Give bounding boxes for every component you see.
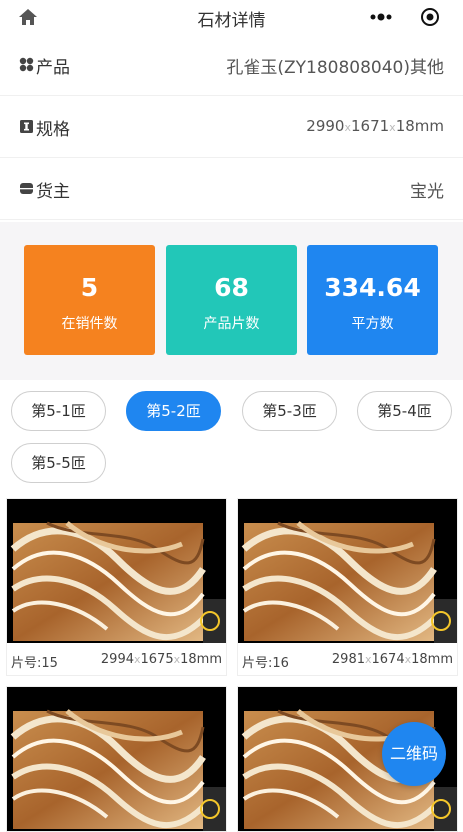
owner-value: 宝光 (410, 182, 444, 202)
spec-width: 1671 (350, 117, 390, 135)
storage-icon (20, 183, 33, 194)
slab-length: 2994 (100, 652, 134, 667)
spec-label: 规格 (36, 120, 70, 140)
tab-bundle-5-2[interactable]: 第5-2匝 (126, 391, 221, 431)
slab-number: 片号:15 (11, 656, 58, 671)
download-icon[interactable] (200, 611, 220, 631)
ruler-icon (20, 120, 33, 133)
grid-dots-icon (19, 57, 34, 72)
spec-row: 规格 2990x1671x18mm (0, 96, 463, 158)
stat-label: 在销件数 (61, 316, 118, 332)
download-icon[interactable] (431, 799, 451, 819)
spec-value: 2990x1671x18mm (306, 117, 444, 135)
tab-bundle-5-1[interactable]: 第5-1匝 (11, 391, 106, 431)
slab-size: 2981x1674x18mm (332, 652, 453, 667)
slab-thickness: 18mm (411, 652, 453, 667)
tab-bundle-5-4[interactable]: 第5-4匝 (357, 391, 452, 431)
spec-length: 2990 (306, 117, 345, 135)
download-icon[interactable] (200, 799, 220, 819)
slab-thickness: 18mm (180, 652, 222, 667)
slab-length: 2981 (331, 652, 365, 667)
capsule-menu (356, 2, 454, 32)
stat-label: 平方数 (351, 316, 394, 332)
stat-card-slabs: 68 产品片数 (166, 245, 297, 355)
more-dots-icon[interactable] (369, 8, 393, 26)
owner-row: 货主 宝光 (0, 158, 463, 220)
slab-card[interactable]: 片号:15 2994x1675x18mm (6, 498, 227, 676)
slab-width: 1674 (371, 652, 405, 667)
stat-value: 334.64 (324, 273, 421, 302)
target-close-icon[interactable] (420, 7, 440, 27)
nav-bar: 石材详情 (0, 0, 463, 34)
slab-image (7, 687, 226, 831)
slab-number: 片号:16 (242, 656, 289, 671)
stat-card-onsale: 5 在销件数 (24, 245, 155, 355)
slab-info: 片号:15 2994x1675x18mm (7, 649, 226, 671)
slab-image (7, 499, 226, 643)
stat-label: 产品片数 (203, 316, 260, 332)
stat-card-area: 334.64 平方数 (307, 245, 438, 355)
slab-card[interactable]: 片号:16 2981x1674x18mm (237, 498, 458, 676)
slab-image (238, 499, 457, 643)
owner-label: 货主 (36, 182, 70, 202)
stat-value: 5 (80, 273, 99, 302)
slab-size: 2994x1675x18mm (101, 652, 222, 667)
product-row: 产品 孔雀玉(ZY180808040)其他 (0, 34, 463, 96)
download-icon[interactable] (431, 611, 451, 631)
stats-panel: 5 在销件数 68 产品片数 334.64 平方数 (0, 222, 463, 380)
tab-bundle-5-3[interactable]: 第5-3匝 (242, 391, 337, 431)
product-value: 孔雀玉(ZY180808040)其他 (226, 58, 444, 78)
slab-width: 1675 (140, 652, 174, 667)
qr-code-button[interactable]: 二维码 (382, 722, 446, 786)
product-label: 产品 (36, 58, 70, 78)
slab-card[interactable] (6, 686, 227, 832)
tab-bundle-5-5[interactable]: 第5-5匝 (11, 443, 106, 483)
spec-thickness: 18mm (395, 117, 444, 135)
slab-info: 片号:16 2981x1674x18mm (238, 649, 457, 671)
stat-value: 68 (214, 273, 249, 302)
